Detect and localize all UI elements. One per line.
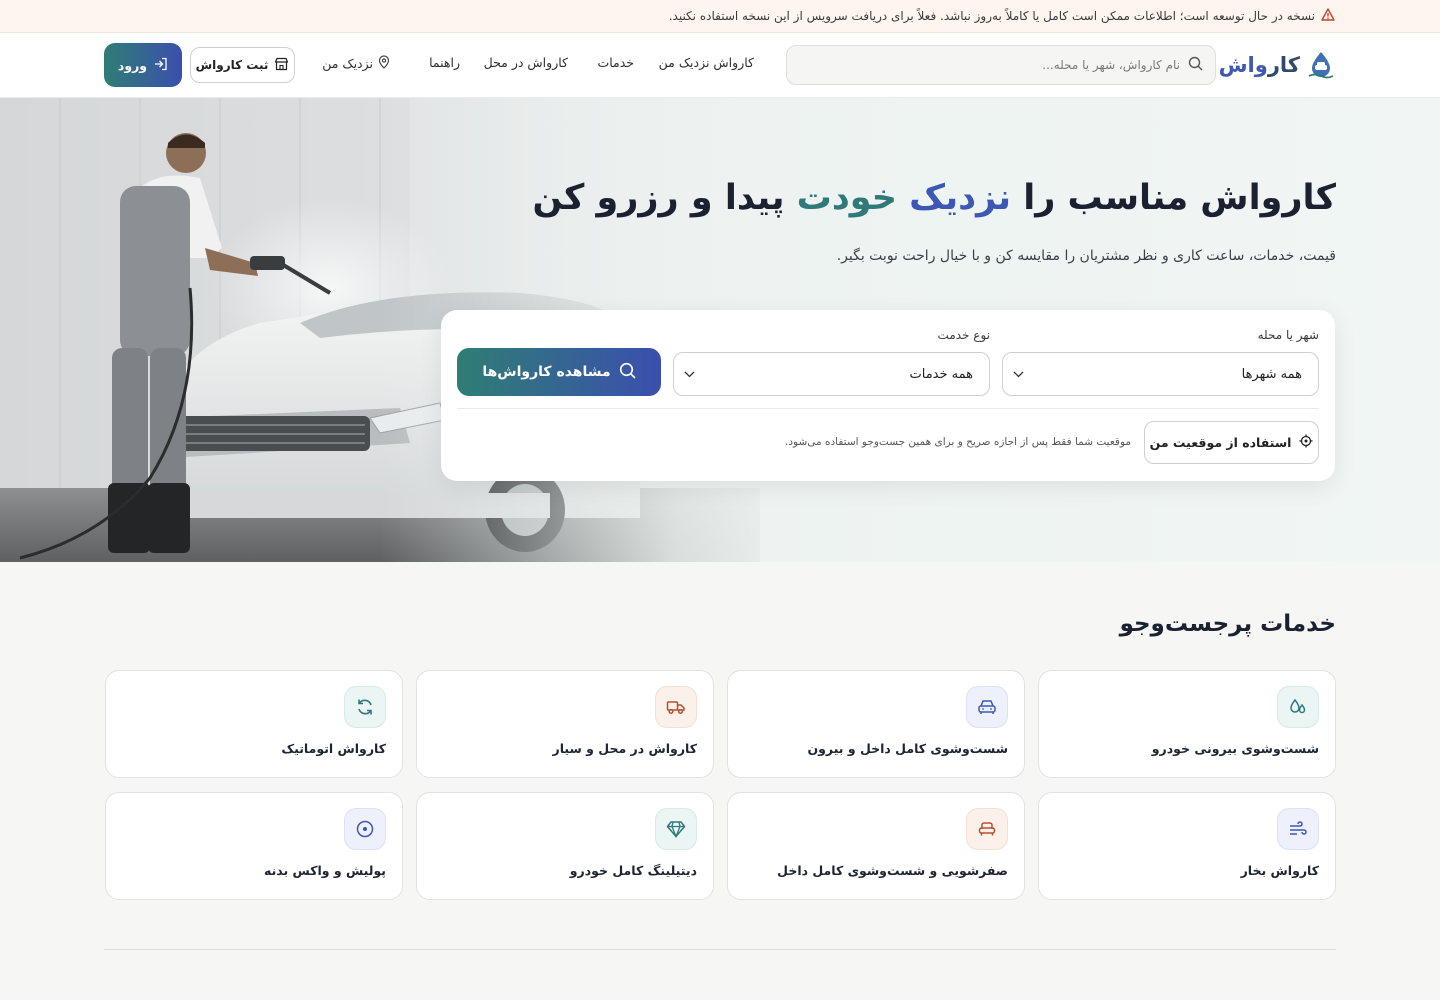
- chevron-down-icon: [684, 367, 695, 382]
- service-card-name: شست‌وشوی کامل داخل و بیرون: [807, 741, 1008, 756]
- crosshair-icon: [1299, 434, 1313, 451]
- service-card[interactable]: کارواش در محل و سیار: [416, 670, 714, 778]
- service-card[interactable]: کارواش اتوماتیک: [105, 670, 403, 778]
- truck-icon: [655, 686, 697, 728]
- city-select-value: همه شهرها: [1241, 366, 1302, 382]
- service-type-label: نوع خدمت: [937, 328, 990, 342]
- service-card-name: کارواش در محل و سیار: [552, 741, 697, 756]
- search-icon: [619, 362, 636, 383]
- logo-drop-icon: [1306, 50, 1336, 80]
- logo[interactable]: کارواش: [1219, 50, 1336, 80]
- service-card[interactable]: پولیش و واکس بدنه: [105, 792, 403, 900]
- logo-text-part2: واش: [1218, 53, 1268, 77]
- nav-onsite-carwash[interactable]: کارواش در محل: [484, 55, 568, 70]
- register-carwash-button[interactable]: ثبت کارواش: [190, 47, 295, 83]
- view-carwashes-button[interactable]: مشاهده کارواش‌ها: [457, 348, 661, 396]
- warning-icon: [1321, 7, 1335, 25]
- hero-title: کارواش مناسب را نزدیک خودت پیدا و رزرو ک…: [532, 178, 1336, 218]
- logo-text-part1: کار: [1267, 53, 1300, 77]
- drops-icon: [1277, 686, 1319, 728]
- login-label: ورود: [117, 57, 148, 73]
- gem-icon: [655, 808, 697, 850]
- location-privacy-note: موقعیت شما فقط پس از اجازه صریح و برای ه…: [785, 436, 1131, 448]
- service-type-select[interactable]: همه خدمات: [673, 352, 990, 396]
- register-carwash-label: ثبت کارواش: [195, 58, 269, 72]
- service-card[interactable]: صفرشویی و شست‌وشوی کامل داخل: [727, 792, 1025, 900]
- service-card-name: شست‌وشوی بیرونی خودرو: [1151, 741, 1319, 756]
- service-card-name: کارواش اتوماتیک: [281, 741, 386, 756]
- seat-icon: [966, 808, 1008, 850]
- service-card-name: دیتیلینگ کامل خودرو: [569, 863, 697, 878]
- hero-subtitle: قیمت، خدمات، ساعت کاری و نظر مشتریان را …: [836, 248, 1336, 264]
- login-icon: [153, 57, 168, 74]
- hero-title-part1: کارواش مناسب را: [1011, 178, 1336, 218]
- search-icon: [1188, 56, 1203, 75]
- refresh-icon: [344, 686, 386, 728]
- service-card[interactable]: دیتیلینگ کامل خودرو: [416, 792, 714, 900]
- hero-title-part2: پیدا و رزرو کن: [532, 178, 797, 218]
- service-card-name: صفرشویی و شست‌وشوی کامل داخل: [777, 863, 1008, 878]
- nav-near-carwash[interactable]: کارواش نزدیک من: [659, 55, 754, 70]
- login-button[interactable]: ورود: [104, 43, 182, 87]
- city-label: شهر یا محله: [1257, 328, 1319, 342]
- service-card-name: کارواش بخار: [1240, 863, 1319, 878]
- use-my-location-label: استفاده از موقعیت من: [1149, 435, 1292, 450]
- nav-near-me[interactable]: نزدیک من: [322, 55, 390, 72]
- service-card[interactable]: کارواش بخار: [1038, 792, 1336, 900]
- polish-icon: [344, 808, 386, 850]
- header-search[interactable]: [786, 45, 1216, 85]
- card-divider: [457, 408, 1319, 409]
- city-select[interactable]: همه شهرها: [1002, 352, 1319, 396]
- steam-icon: [1277, 808, 1319, 850]
- use-my-location-button[interactable]: استفاده از موقعیت من: [1144, 421, 1319, 464]
- hero-section: کارواش مناسب را نزدیک خودت پیدا و رزرو ک…: [0, 98, 1440, 562]
- hero-title-highlight1: نزدیک: [896, 178, 1012, 218]
- nav-near-me-label: نزدیک من: [322, 56, 373, 71]
- view-carwashes-label: مشاهده کارواش‌ها: [482, 364, 611, 380]
- section-divider: [104, 949, 1336, 950]
- popular-services-title: خدمات پرجست‌وجو: [1119, 611, 1336, 637]
- map-pin-icon: [378, 55, 390, 72]
- dev-notice-bar: نسخه در حال توسعه است؛ اطلاعات ممکن است …: [0, 0, 1440, 33]
- nav-guide[interactable]: راهنما: [429, 55, 460, 70]
- store-icon: [274, 57, 289, 74]
- service-card-name: پولیش و واکس بدنه: [263, 863, 386, 878]
- service-select-value: همه خدمات: [909, 366, 974, 382]
- service-card[interactable]: شست‌وشوی کامل داخل و بیرون: [727, 670, 1025, 778]
- nav-services[interactable]: خدمات: [597, 55, 634, 70]
- car-icon: [966, 686, 1008, 728]
- search-input[interactable]: [820, 58, 1180, 72]
- notice-text: نسخه در حال توسعه است؛ اطلاعات ممکن است …: [668, 9, 1315, 23]
- hero-title-highlight2: خودت: [796, 178, 897, 218]
- search-card: شهر یا محله نوع خدمت همه شهرها همه خدمات…: [441, 310, 1335, 481]
- chevron-down-icon: [1013, 367, 1024, 382]
- site-header: کارواش کارواش نزدیک من خدمات کارواش در م…: [0, 33, 1440, 98]
- service-card[interactable]: شست‌وشوی بیرونی خودرو: [1038, 670, 1336, 778]
- logo-text: کارواش: [1219, 53, 1300, 77]
